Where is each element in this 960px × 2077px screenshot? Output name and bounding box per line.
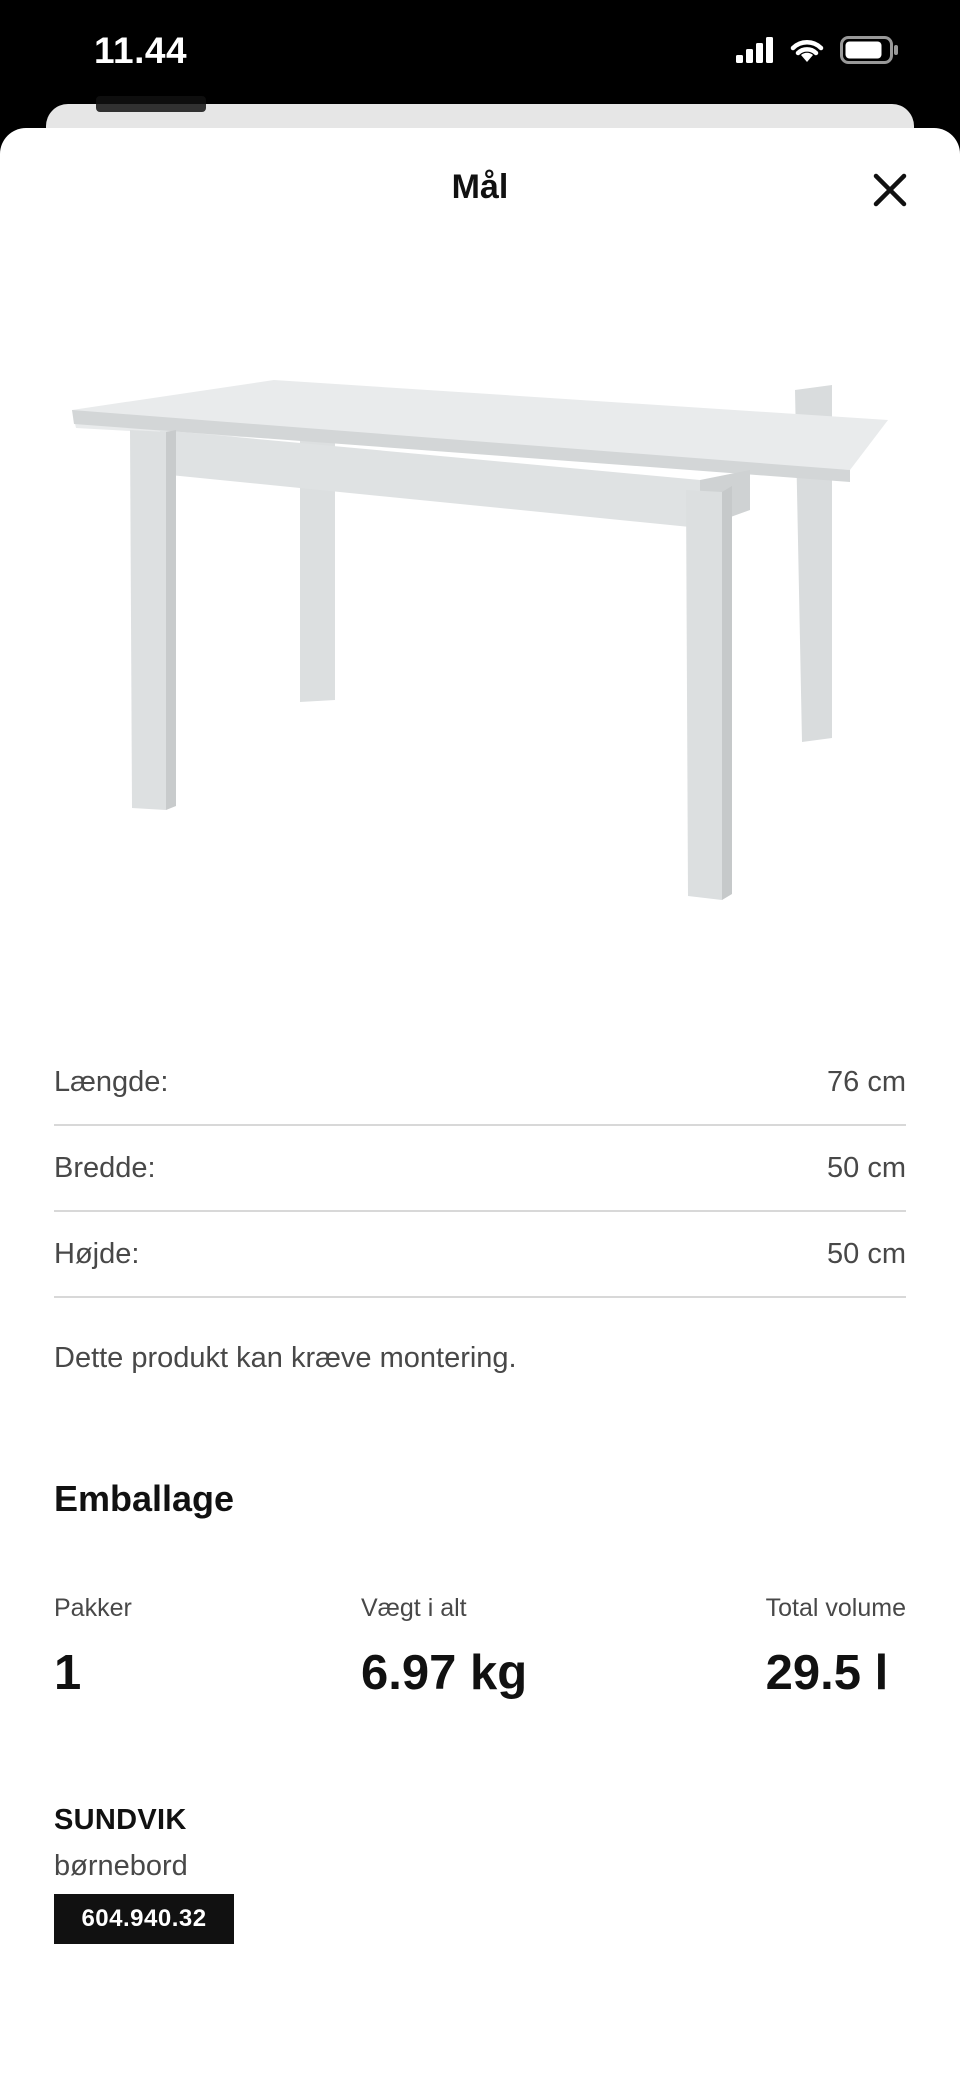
product-description: børnebord bbox=[54, 1850, 188, 1882]
article-number-badge: 604.940.32 bbox=[54, 1894, 234, 1944]
assembly-note: Dette produkt kan kræve montering. bbox=[54, 1342, 517, 1374]
status-bar: 11.44 bbox=[0, 0, 960, 110]
dimension-label: Højde: bbox=[54, 1237, 140, 1270]
dimension-row-width: Bredde: 50 cm bbox=[54, 1126, 906, 1212]
signal-icon bbox=[736, 37, 773, 63]
dimension-value: 50 cm bbox=[827, 1151, 906, 1184]
dimension-row-height: Højde: 50 cm bbox=[54, 1212, 906, 1298]
dimensions-list: Længde: 76 cm Bredde: 50 cm Højde: 50 cm bbox=[54, 1040, 906, 1298]
packages-stat: Pakker 1 bbox=[54, 1594, 132, 1701]
weight-stat: Vægt i alt 6.97 kg bbox=[361, 1594, 527, 1701]
packaging-title: Emballage bbox=[54, 1478, 235, 1519]
background-sheet-peek bbox=[96, 96, 206, 112]
sheet-title: Mål bbox=[451, 168, 509, 206]
close-button[interactable] bbox=[868, 168, 912, 212]
dimension-label: Længde: bbox=[54, 1065, 169, 1098]
volume-value: 29.5 l bbox=[765, 1646, 889, 1700]
weight-label: Vægt i alt bbox=[361, 1594, 467, 1622]
battery-icon bbox=[840, 36, 898, 64]
status-icons bbox=[736, 36, 900, 64]
packages-value: 1 bbox=[54, 1646, 82, 1700]
dimension-label: Bredde: bbox=[54, 1151, 156, 1184]
dimension-row-length: Længde: 76 cm bbox=[54, 1040, 906, 1126]
dimension-value: 50 cm bbox=[827, 1237, 906, 1270]
dimension-value: 76 cm bbox=[827, 1065, 906, 1098]
packages-label: Pakker bbox=[54, 1594, 132, 1622]
weight-value: 6.97 kg bbox=[361, 1646, 528, 1700]
volume-stat: Total volume 29.5 l bbox=[766, 1594, 906, 1701]
volume-label: Total volume bbox=[765, 1594, 906, 1622]
product-name: SUNDVIK bbox=[54, 1804, 187, 1836]
wifi-icon bbox=[790, 40, 824, 62]
product-image bbox=[72, 380, 888, 900]
close-icon bbox=[873, 173, 907, 207]
status-time: 11.44 bbox=[94, 30, 188, 71]
